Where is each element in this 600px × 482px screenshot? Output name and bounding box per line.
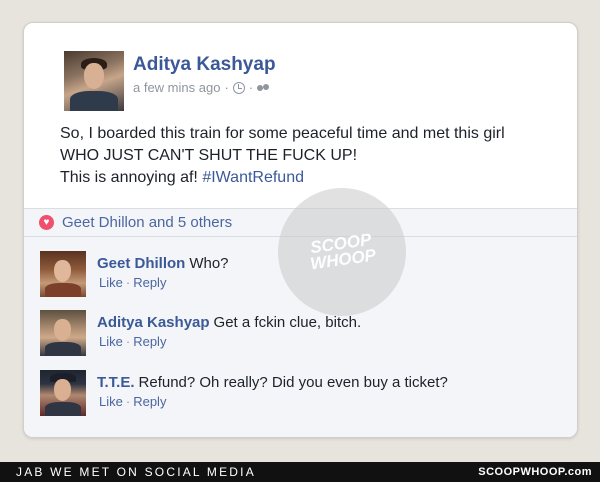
- meta-separator: ·: [224, 80, 229, 95]
- comment-message: Refund? Oh really? Did you even buy a ti…: [138, 374, 448, 391]
- heart-icon: ♥: [39, 215, 54, 230]
- footer-bar: JAB WE MET ON SOCIAL MEDIA SCOOPWHOOP.co…: [0, 462, 600, 482]
- hashtag-link[interactable]: #IWantRefund: [202, 169, 304, 186]
- comment-item: Aditya Kashyap Get a fckin clue, bitch. L…: [40, 310, 560, 360]
- post-body-line: So, I boarded this train for some peacef…: [60, 125, 505, 142]
- comment-actions: Like · Reply: [99, 334, 166, 349]
- footer-caption: JAB WE MET ON SOCIAL MEDIA: [16, 465, 256, 479]
- reply-link[interactable]: Reply: [133, 275, 166, 290]
- like-link[interactable]: Like: [99, 275, 123, 290]
- author-avatar[interactable]: [64, 51, 124, 111]
- commenter-name[interactable]: T.T.E.: [97, 374, 135, 391]
- like-link[interactable]: Like: [99, 394, 123, 409]
- comment-message: Who?: [189, 255, 229, 272]
- friends-icon[interactable]: [257, 82, 271, 94]
- comment-message: Get a fckin clue, bitch.: [213, 314, 362, 331]
- comment-text: T.T.E. Refund? Oh really? Did you even bu…: [97, 374, 448, 391]
- reply-link[interactable]: Reply: [133, 334, 166, 349]
- likes-summary[interactable]: Geet Dhillon and 5 others: [62, 214, 232, 231]
- post-body: So, I boarded this train for some peacef…: [60, 123, 565, 189]
- action-separator: ·: [125, 394, 131, 409]
- post-body-line: This is annoying af! #IWantRefund: [60, 167, 565, 189]
- clock-icon: [232, 81, 245, 94]
- action-separator: ·: [125, 275, 131, 290]
- comment-actions: Like · Reply: [99, 275, 166, 290]
- commenter-name[interactable]: Aditya Kashyap: [97, 314, 210, 331]
- facebook-post-card: Aditya Kashyap a few mins ago · · So, I …: [23, 22, 578, 438]
- meta-separator: ·: [248, 80, 254, 95]
- commenter-avatar[interactable]: [40, 251, 86, 297]
- post-body-line: WHO JUST CAN'T SHUT THE FUCK UP!: [60, 147, 358, 164]
- brand-logo: SCOOPWHOOP.com: [478, 466, 592, 478]
- commenter-avatar[interactable]: [40, 370, 86, 416]
- post-time[interactable]: a few mins ago: [133, 80, 220, 95]
- comment-item: T.T.E. Refund? Oh really? Did you even bu…: [40, 370, 560, 420]
- comment-actions: Like · Reply: [99, 394, 166, 409]
- author-name[interactable]: Aditya Kashyap: [133, 54, 276, 76]
- commenter-avatar[interactable]: [40, 310, 86, 356]
- commenter-name[interactable]: Geet Dhillon: [97, 255, 185, 272]
- post-body-text: This is annoying af!: [60, 169, 198, 186]
- comment-text: Geet Dhillon Who?: [97, 255, 229, 272]
- post-meta: a few mins ago · ·: [133, 80, 271, 95]
- comment-text: Aditya Kashyap Get a fckin clue, bitch.: [97, 314, 361, 331]
- like-link[interactable]: Like: [99, 334, 123, 349]
- action-separator: ·: [125, 334, 131, 349]
- reply-link[interactable]: Reply: [133, 394, 166, 409]
